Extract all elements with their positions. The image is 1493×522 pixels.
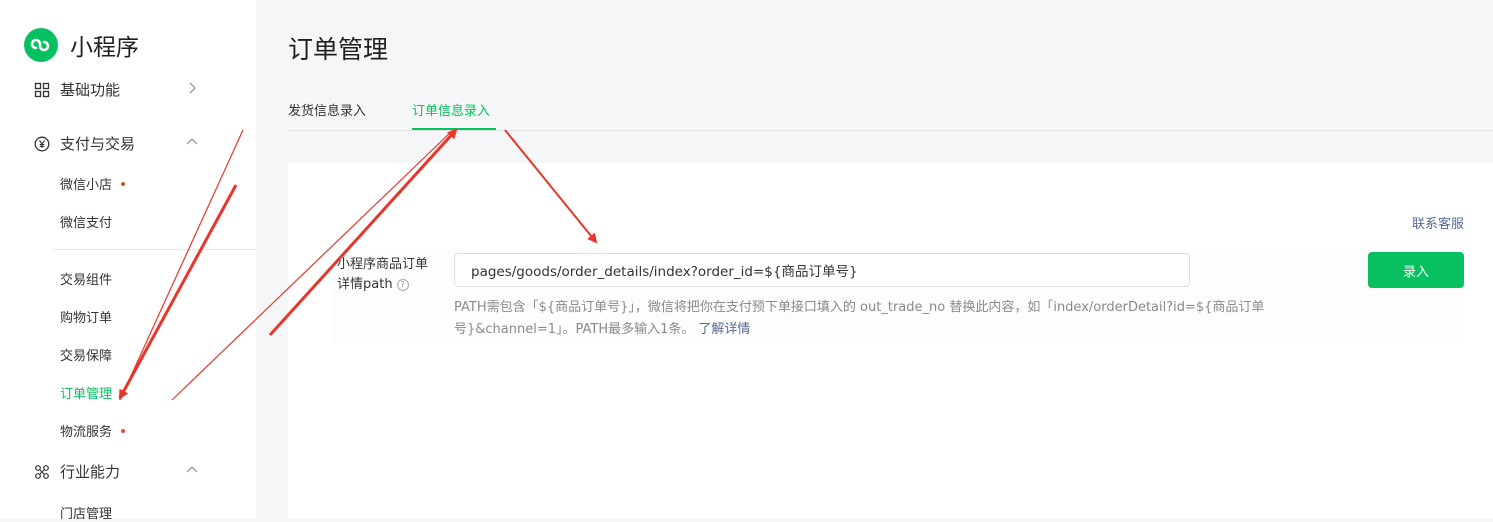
sidebar-item-label: 门店管理 <box>60 507 113 522</box>
chevron-up-icon[interactable] <box>186 136 198 148</box>
sidebar-item-label: 微信小店 <box>60 178 113 193</box>
sidebar-item-label: 交易保障 <box>60 349 113 364</box>
sidebar-group-pay[interactable]: 支付与交易 <box>34 133 135 154</box>
sidebar-group-label: 支付与交易 <box>60 135 136 153</box>
sidebar-item-trade-component[interactable]: 交易组件 <box>60 269 112 288</box>
learn-more-link[interactable]: 了解详情 <box>698 322 750 337</box>
mini-program-logo-icon <box>24 28 58 62</box>
sidebar-item-trade-guarantee[interactable]: 交易保障 <box>60 345 112 364</box>
order-info-card: 联系客服 小程序商品订单 详情path? 录入 PATH需包含「${商品订单号}… <box>288 163 1493 519</box>
contact-support-link[interactable]: 联系客服 <box>1412 213 1464 232</box>
sidebar-item-label: 购物订单 <box>60 311 113 326</box>
sidebar-group-label: 基础功能 <box>60 81 121 99</box>
sidebar-item-label: 微信支付 <box>60 216 113 231</box>
submit-button[interactable]: 录入 <box>1368 252 1464 288</box>
new-badge <box>121 428 126 433</box>
logo-text: 小程序 <box>70 35 139 61</box>
hint-line1: PATH需包含「${商品订单号}」，微信将把你在支付预下单接口填入的 out_t… <box>454 300 1265 315</box>
path-hint: PATH需包含「${商品订单号}」，微信将把你在支付预下单接口填入的 out_t… <box>454 297 1334 341</box>
path-label-line2: 详情path <box>337 277 393 292</box>
help-icon[interactable]: ? <box>396 279 409 291</box>
sidebar-divider <box>53 249 256 250</box>
sidebar-group-basic[interactable]: 基础功能 <box>34 79 120 100</box>
sidebar-item-shopping-order[interactable]: 购物订单 <box>60 307 112 326</box>
sidebar: 小程序 基础功能 支付与交易 微信小店 微信支付 交易组件 购物订单 交易保障 … <box>0 0 256 522</box>
sidebar-item-order-management[interactable]: 订单管理 <box>60 383 112 402</box>
yuan-icon <box>34 136 50 151</box>
path-label-line1: 小程序商品订单 <box>337 257 429 272</box>
cluster-icon <box>35 464 49 479</box>
tabs-divider <box>288 130 1493 131</box>
sidebar-item-label: 物流服务 <box>60 425 113 440</box>
new-badge <box>121 181 126 186</box>
tab-shipping-info[interactable]: 发货信息录入 <box>288 100 366 119</box>
chevron-up-icon[interactable] <box>186 464 198 476</box>
chevron-right-icon[interactable] <box>186 82 198 94</box>
sidebar-item-label: 订单管理 <box>60 387 113 402</box>
sidebar-item-logistics[interactable]: 物流服务 <box>60 421 126 440</box>
sidebar-item-weixin-pay[interactable]: 微信支付 <box>60 212 112 231</box>
page-title: 订单管理 <box>288 35 389 64</box>
grid-icon <box>34 82 50 97</box>
sidebar-item-store-management[interactable]: 门店管理 <box>60 503 112 522</box>
sidebar-group-label: 行业能力 <box>60 463 121 481</box>
sidebar-group-industry[interactable]: 行业能力 <box>34 461 120 482</box>
logo[interactable]: 小程序 <box>24 28 139 62</box>
tab-order-info[interactable]: 订单信息录入 <box>412 100 490 119</box>
sidebar-item-weixin-shop[interactable]: 微信小店 <box>60 174 126 193</box>
path-input[interactable] <box>454 253 1190 287</box>
path-field-label: 小程序商品订单 详情path? <box>337 255 447 295</box>
sidebar-item-label: 交易组件 <box>60 273 113 288</box>
hint-line2: 号}&channel=1」。PATH最多输入1条。 <box>454 322 695 337</box>
